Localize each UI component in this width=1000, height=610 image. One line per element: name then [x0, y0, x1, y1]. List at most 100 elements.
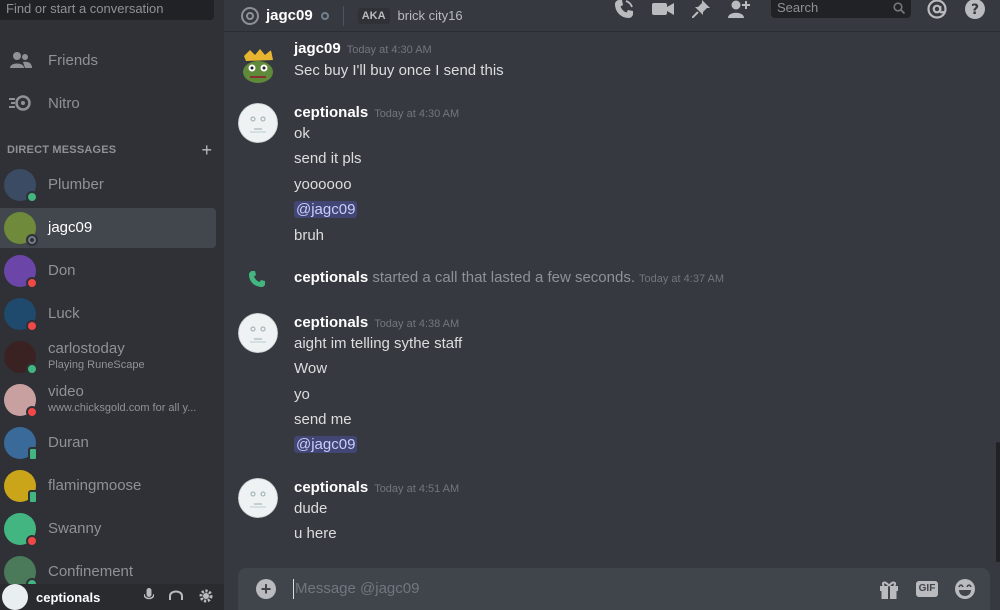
sidebar-item-nitro[interactable]: Nitro	[0, 83, 224, 123]
dm-item[interactable]: carlostoday Playing RuneScape	[0, 337, 216, 377]
message-text: Sec buy I'll buy once I send this	[294, 62, 504, 79]
aka-badge: AKA	[357, 7, 390, 24]
dm-item[interactable]: Don	[0, 251, 216, 291]
message-timestamp: Today at 4:38 AM	[374, 318, 460, 330]
message-text: u here	[294, 525, 337, 542]
dm-name: video	[48, 383, 84, 400]
status-indicator	[26, 406, 38, 418]
start-video-call-icon[interactable]	[652, 1, 674, 17]
dm-item[interactable]: Luck	[0, 294, 216, 334]
call-text: started a call that lasted a few seconds…	[372, 269, 636, 286]
help-icon[interactable]: ?	[964, 0, 986, 20]
dm-name: Duran	[48, 434, 89, 451]
pin-icon[interactable]	[692, 0, 710, 18]
dm-item[interactable]: Swanny	[0, 509, 216, 549]
friends-icon	[9, 48, 33, 72]
microphone-icon[interactable]	[144, 588, 154, 604]
dm-activity: Playing RuneScape	[48, 359, 145, 371]
avatar	[4, 384, 38, 418]
message-text: Wow	[294, 360, 328, 377]
add-attachment-button[interactable]: +	[256, 579, 276, 599]
call-author[interactable]: ceptionals	[294, 269, 368, 286]
message-author[interactable]: jagc09 Today at 4:30 AM	[294, 40, 432, 57]
message-author[interactable]: ceptionals Today at 4:38 AM	[294, 314, 459, 331]
message-text: aight im telling sythe staff	[294, 335, 463, 352]
dm-activity: www.chicksgold.com for all y...	[48, 402, 197, 414]
status-indicator	[26, 535, 38, 547]
find-conversation-button[interactable]: Find or start a conversation	[0, 0, 214, 20]
status-indicator	[320, 11, 329, 20]
avatar	[4, 470, 38, 504]
dm-name: Confinement	[48, 563, 134, 580]
avatar[interactable]	[2, 584, 28, 610]
header-divider	[342, 5, 344, 26]
dm-sidebar: Find or start a conversation Friends Nit…	[0, 0, 224, 610]
add-friend-icon[interactable]	[728, 0, 750, 18]
message-timestamp: Today at 4:30 AM	[374, 108, 460, 120]
message-text: bruh	[294, 227, 325, 244]
message-author[interactable]: ceptionals Today at 4:30 AM	[294, 104, 459, 121]
message-mention[interactable]: @jagc09	[294, 201, 358, 218]
dm-name: Swanny	[48, 520, 102, 537]
gif-button[interactable]: GIF	[916, 581, 938, 597]
status-indicator	[28, 447, 38, 461]
mention-jagc09[interactable]: @jagc09	[294, 201, 358, 218]
sidebar-item-friends[interactable]: Friends	[0, 40, 224, 80]
dm-item[interactable]: Plumber	[0, 165, 216, 205]
sidebar-item-label: Friends	[48, 51, 99, 69]
sidebar-item-label: Nitro	[48, 94, 80, 112]
dm-item[interactable]: Duran	[0, 423, 216, 463]
author-name: ceptionals	[294, 314, 369, 331]
at-icon	[240, 6, 260, 26]
avatar[interactable]	[238, 478, 278, 518]
channel-title: jagc09	[266, 7, 313, 24]
message-text: send me	[294, 411, 352, 428]
status-indicator	[26, 234, 38, 246]
nitro-icon	[9, 91, 33, 115]
avatar	[4, 427, 38, 461]
message-mention[interactable]: @jagc09	[294, 436, 358, 453]
emoji-icon[interactable]	[954, 578, 976, 600]
dm-name: carlostoday	[48, 340, 125, 357]
avatar[interactable]	[238, 313, 278, 353]
scrollbar-thumb[interactable]	[996, 442, 1000, 562]
avatar	[4, 169, 38, 203]
author-name: ceptionals	[294, 479, 369, 496]
dm-item[interactable]: jagc09	[0, 208, 216, 248]
message-text: send it pls	[294, 150, 362, 167]
message-text: ok	[294, 125, 310, 142]
status-indicator	[28, 490, 38, 504]
avatar[interactable]	[238, 103, 278, 143]
mentions-icon[interactable]	[926, 0, 948, 20]
aka-name: brick city16	[397, 8, 463, 23]
avatar	[4, 513, 38, 547]
message-composer[interactable]: + Message @jagc09 GIF	[238, 568, 990, 610]
avatar	[4, 298, 38, 332]
username: ceptionals	[36, 589, 101, 605]
message-list: jagc09 Today at 4:30 AM Sec buy I'll buy …	[224, 32, 1000, 562]
plus-icon[interactable]: +	[201, 141, 212, 159]
mention-jagc09[interactable]: @jagc09	[294, 436, 358, 453]
gear-icon[interactable]	[198, 588, 214, 604]
user-panel: ceptionals	[0, 584, 224, 610]
message-input[interactable]: Message @jagc09	[295, 580, 419, 597]
avatar	[4, 341, 38, 375]
start-voice-call-icon[interactable]	[614, 0, 634, 19]
dm-item[interactable]: video www.chicksgold.com for all y...	[0, 380, 216, 420]
avatar[interactable]	[238, 46, 278, 86]
message-text: dude	[294, 500, 328, 517]
search-icon	[893, 2, 905, 14]
dm-name: Luck	[48, 305, 80, 322]
avatar	[4, 212, 38, 246]
status-indicator	[26, 277, 38, 289]
svg-text:?: ?	[971, 2, 979, 18]
message-text: yo	[294, 386, 310, 403]
dm-item[interactable]: flamingmoose	[0, 466, 216, 506]
search-input[interactable]: Search	[771, 0, 911, 18]
channel-header: jagc09 AKA brick city16 Search ?	[224, 0, 1000, 32]
dm-name: Don	[48, 262, 76, 279]
gift-icon[interactable]	[878, 578, 900, 600]
headphones-icon[interactable]	[168, 588, 184, 604]
message-author[interactable]: ceptionals Today at 4:51 AM	[294, 479, 459, 496]
dm-name: flamingmoose	[48, 477, 142, 494]
